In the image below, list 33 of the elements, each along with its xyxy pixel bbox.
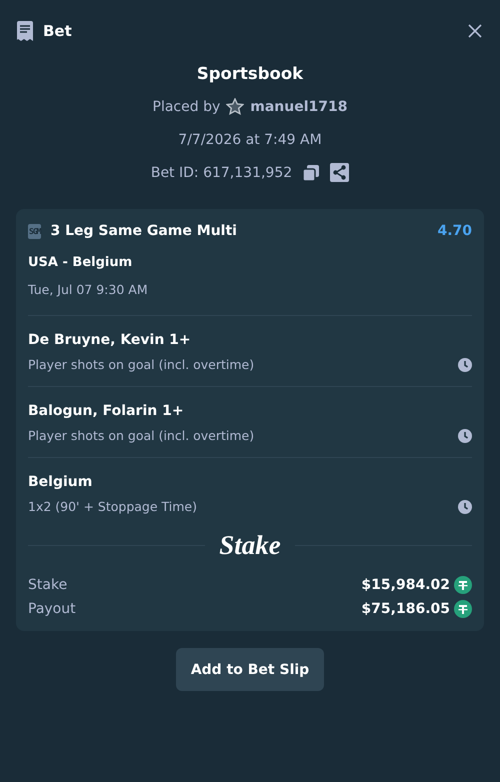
selection-name: Balogun, Folarin 1+ [28,403,185,419]
star-icon [226,98,244,116]
source-title: Sportsbook [196,64,304,85]
coin-icon [454,576,472,594]
placed-by-label: Placed by [152,98,220,114]
match-time: Tue, Jul 07 9:30 AM [28,282,149,297]
username-link[interactable]: manuel1718 [250,98,348,114]
coin-icon [454,600,472,618]
total-label: Payout [28,601,76,617]
add-to-bet-slip-button[interactable]: Add to Bet Slip [176,648,324,691]
bet-title: 3 Leg Same Game Multi [50,223,237,239]
selection-name: De Bruyne, Kevin 1+ [28,332,192,348]
placed-date: 7/7/2026 at 7:49 AM [178,132,322,148]
clock-icon [458,429,472,443]
total-label: Stake [28,577,68,593]
odds-value: 4.70 [437,223,472,239]
selection-name: Belgium [28,474,94,490]
bet-id: Bet ID: 617,131,952 [150,164,292,180]
market-name: Player shots on goal (incl. overtime) [28,428,254,443]
total-amount: $75,186.05 [361,601,450,617]
copy-icon[interactable] [302,164,320,182]
total-amount: $15,984.02 [361,577,450,593]
sgm-badge: SGM [28,224,42,238]
brand-logo: Stake [219,530,281,561]
clock-icon [458,358,472,372]
modal-title: Bet [43,22,72,40]
receipt-icon [16,21,34,41]
close-icon[interactable] [468,24,482,38]
market-name: 1x2 (90' + Stoppage Time) [28,499,197,514]
market-name: Player shots on goal (incl. overtime) [28,357,254,372]
clock-icon [458,500,472,514]
match-name: USA - Belgium [28,255,134,270]
share-icon[interactable] [330,163,350,182]
